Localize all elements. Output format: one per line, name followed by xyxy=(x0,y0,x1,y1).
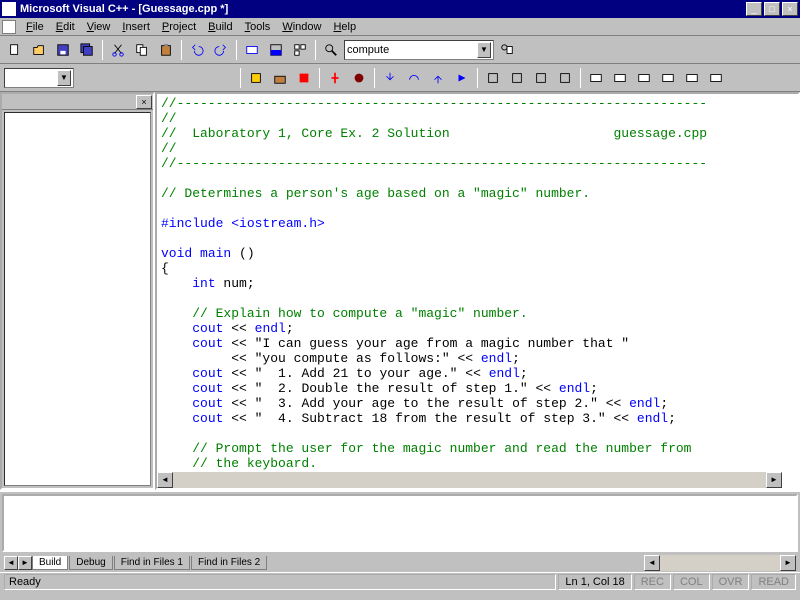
maximize-button[interactable]: □ xyxy=(764,2,780,16)
output-pane: ◄ ► Build Debug Find in Files 1 Find in … xyxy=(0,490,800,572)
scroll-right-button[interactable]: ► xyxy=(780,555,796,571)
build-button[interactable] xyxy=(269,67,291,89)
find-in-files-button[interactable] xyxy=(496,39,518,61)
separator xyxy=(319,68,320,88)
title-bar: Microsoft Visual C++ - [Guessage.cpp *] … xyxy=(0,0,800,18)
debug-tool-1[interactable] xyxy=(482,67,504,89)
minimize-button[interactable]: _ xyxy=(746,2,762,16)
run-to-cursor-button[interactable] xyxy=(451,67,473,89)
scroll-left-button[interactable]: ◄ xyxy=(157,472,173,488)
go-button[interactable] xyxy=(324,67,346,89)
output-hscroll[interactable]: ◄ ► xyxy=(644,555,796,571)
separator xyxy=(102,40,103,60)
debug-tool-3[interactable] xyxy=(530,67,552,89)
redo-button[interactable] xyxy=(210,39,232,61)
paste-button[interactable] xyxy=(155,39,177,61)
debug-window-5[interactable] xyxy=(681,67,703,89)
step-over-button[interactable] xyxy=(403,67,425,89)
scroll-right-button[interactable]: ► xyxy=(766,472,782,488)
compile-button[interactable] xyxy=(245,67,267,89)
output-tab-bar: ◄ ► Build Debug Find in Files 1 Find in … xyxy=(0,554,800,572)
status-read: READ xyxy=(751,574,796,590)
output-tab-debug[interactable]: Debug xyxy=(69,556,112,570)
close-button[interactable]: × xyxy=(782,2,798,16)
save-all-button[interactable] xyxy=(76,39,98,61)
standard-toolbar: compute ▼ xyxy=(0,36,800,64)
workspace-tree[interactable] xyxy=(4,112,151,486)
scroll-track[interactable] xyxy=(173,472,766,488)
window-list-button[interactable] xyxy=(289,39,311,61)
output-tab-find2[interactable]: Find in Files 2 xyxy=(191,556,267,570)
output-tab-find1[interactable]: Find in Files 1 xyxy=(114,556,190,570)
output-button[interactable] xyxy=(265,39,287,61)
separator xyxy=(580,68,581,88)
save-button[interactable] xyxy=(52,39,74,61)
debug-window-4[interactable] xyxy=(657,67,679,89)
step-into-button[interactable] xyxy=(379,67,401,89)
scroll-left-button[interactable]: ◄ xyxy=(644,555,660,571)
tab-scroll-left[interactable]: ◄ xyxy=(4,556,18,570)
menu-view[interactable]: View xyxy=(81,20,117,34)
separator xyxy=(240,68,241,88)
debug-tool-2[interactable] xyxy=(506,67,528,89)
code-editor[interactable]: //--------------------------------------… xyxy=(155,92,800,490)
work-area: × //------------------------------------… xyxy=(0,92,800,490)
separator xyxy=(315,40,316,60)
separator xyxy=(236,40,237,60)
window-title: Microsoft Visual C++ - [Guessage.cpp *] xyxy=(20,3,746,15)
debug-tool-4[interactable] xyxy=(554,67,576,89)
dropdown-arrow-icon[interactable]: ▼ xyxy=(57,70,71,86)
code-content[interactable]: //--------------------------------------… xyxy=(157,94,798,488)
scroll-track[interactable] xyxy=(660,555,780,571)
debug-window-1[interactable] xyxy=(585,67,607,89)
status-ready: Ready xyxy=(4,574,556,590)
workspace-pane: × xyxy=(0,92,155,490)
status-ovr: OVR xyxy=(712,574,750,590)
menu-bar: File Edit View Insert Project Build Tool… xyxy=(0,18,800,36)
output-body[interactable] xyxy=(2,494,798,552)
status-col: COL xyxy=(673,574,710,590)
cut-button[interactable] xyxy=(107,39,129,61)
output-tab-build[interactable]: Build xyxy=(32,556,68,570)
new-file-button[interactable] xyxy=(4,39,26,61)
window-controls: _ □ × xyxy=(746,2,798,16)
menu-project[interactable]: Project xyxy=(156,20,202,34)
menu-tools[interactable]: Tools xyxy=(239,20,277,34)
pane-header: × xyxy=(2,94,153,110)
status-rec: REC xyxy=(634,574,671,590)
debug-window-6[interactable] xyxy=(705,67,727,89)
status-bar: Ready Ln 1, Col 18 REC COL OVR READ xyxy=(0,572,800,590)
stop-build-button[interactable] xyxy=(293,67,315,89)
tab-scroll-right[interactable]: ► xyxy=(18,556,32,570)
menu-help[interactable]: Help xyxy=(327,20,362,34)
doc-icon[interactable] xyxy=(2,20,16,34)
editor-hscrollbar[interactable]: ◄ ► xyxy=(157,472,782,488)
menu-insert[interactable]: Insert xyxy=(116,20,156,34)
breakpoint-button[interactable] xyxy=(348,67,370,89)
app-icon xyxy=(2,2,16,16)
build-toolbar: ▼ xyxy=(0,64,800,92)
dropdown-arrow-icon[interactable]: ▼ xyxy=(477,42,491,58)
menu-build[interactable]: Build xyxy=(202,20,238,34)
debug-window-2[interactable] xyxy=(609,67,631,89)
separator xyxy=(374,68,375,88)
find-combo-text: compute xyxy=(347,44,389,56)
pane-close-button[interactable]: × xyxy=(136,95,152,109)
separator xyxy=(477,68,478,88)
config-combo[interactable]: ▼ xyxy=(4,68,74,88)
copy-button[interactable] xyxy=(131,39,153,61)
workspace-button[interactable] xyxy=(241,39,263,61)
separator xyxy=(181,40,182,60)
debug-window-3[interactable] xyxy=(633,67,655,89)
menu-edit[interactable]: Edit xyxy=(50,20,81,34)
menu-window[interactable]: Window xyxy=(276,20,327,34)
step-out-button[interactable] xyxy=(427,67,449,89)
menu-file[interactable]: File xyxy=(20,20,50,34)
find-combo[interactable]: compute ▼ xyxy=(344,40,494,60)
open-button[interactable] xyxy=(28,39,50,61)
undo-button[interactable] xyxy=(186,39,208,61)
find-button[interactable] xyxy=(320,39,342,61)
status-position: Ln 1, Col 18 xyxy=(558,574,631,590)
